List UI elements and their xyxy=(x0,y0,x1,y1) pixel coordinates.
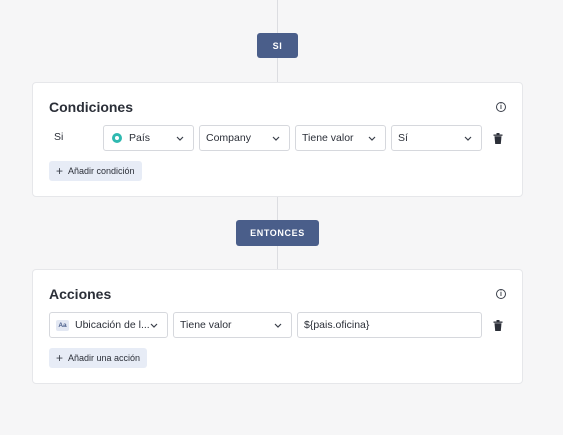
trash-icon[interactable] xyxy=(493,133,503,144)
condition-value-value: Sí xyxy=(398,132,408,144)
condition-operator-value: Tiene valor xyxy=(302,132,354,144)
conditions-card: Condiciones i Si País Company Tiene valo… xyxy=(32,82,523,197)
chevron-down-icon xyxy=(273,323,283,328)
chevron-down-icon xyxy=(149,323,159,328)
condition-field-value: País xyxy=(129,132,151,144)
condition-row-label: Si xyxy=(54,131,64,143)
info-icon[interactable]: i xyxy=(496,289,506,299)
conditions-title: Condiciones xyxy=(49,99,134,115)
plus-icon: + xyxy=(56,164,64,178)
action-field-value: Ubicación de l... xyxy=(75,319,149,331)
plus-icon: + xyxy=(56,351,64,365)
if-badge: SI xyxy=(257,33,298,58)
then-badge: ENTONCES xyxy=(236,220,319,246)
condition-field-select[interactable]: País xyxy=(103,125,194,151)
chevron-down-icon xyxy=(271,136,281,141)
condition-operator-select[interactable]: Tiene valor xyxy=(295,125,386,151)
chevron-down-icon xyxy=(175,136,185,141)
condition-value-select[interactable]: Sí xyxy=(391,125,482,151)
action-operator-select[interactable]: Tiene valor xyxy=(173,312,292,338)
action-field-select[interactable]: Aa Ubicación de l... xyxy=(49,312,168,338)
chevron-down-icon xyxy=(463,136,473,141)
action-operator-value: Tiene valor xyxy=(180,319,232,331)
condition-object-value: Company xyxy=(206,132,251,144)
add-action-button[interactable]: + Añadir una acción xyxy=(49,348,148,368)
text-field-icon: Aa xyxy=(56,319,69,331)
country-icon xyxy=(112,133,122,143)
actions-card: Acciones i Aa Ubicación de l... Tiene va… xyxy=(32,269,523,384)
chevron-down-icon xyxy=(367,136,377,141)
add-condition-label: Añadir condición xyxy=(68,166,135,176)
trash-icon[interactable] xyxy=(493,320,503,331)
add-condition-button[interactable]: + Añadir condición xyxy=(49,161,142,181)
action-value-input[interactable]: ${pais.oficina} xyxy=(297,312,482,338)
actions-title: Acciones xyxy=(49,286,112,302)
add-action-label: Añadir una acción xyxy=(68,353,141,363)
condition-object-select[interactable]: Company xyxy=(199,125,290,151)
info-icon[interactable]: i xyxy=(496,102,506,112)
